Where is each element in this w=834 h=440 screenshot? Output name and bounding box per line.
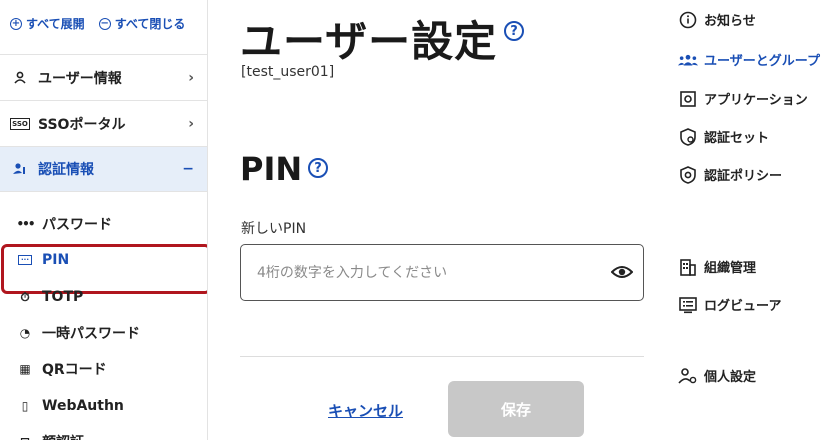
right-nav: お知らせ ユーザーとグループ アプリケーション 認証セット 認証ポリシー 組織管… [668,0,834,440]
sidebar-sub-item-pin[interactable]: ··· PIN [0,242,207,294]
sso-icon: SSO [10,117,30,130]
nav-item-notifications[interactable]: お知らせ [678,10,756,29]
plus-circle-icon: + [10,17,22,30]
pin-box-icon: ··· [16,255,34,265]
nav-item-label: アプリケーション [704,93,808,108]
chevron-right-icon: › [188,69,194,86]
collapse-all-label: すべて閉じる [114,17,186,31]
users-group-icon [678,53,698,67]
nav-item-label: 組織管理 [704,261,757,276]
person-gear-icon [678,367,698,385]
nav-item-personal-settings[interactable]: 個人設定 [678,366,756,385]
nav-item-label: ユーザーとグループ [704,54,820,69]
save-button[interactable]: 保存 [448,381,584,437]
sidebar-sub-item-qr-code[interactable]: ▦ QRコード [0,351,207,387]
nav-item-auth-policy[interactable]: 認証ポリシー [678,165,782,184]
new-pin-label: 新しいPIN [241,221,307,237]
help-icon[interactable]: ? [504,21,524,41]
sidebar-sub-item-webauthn[interactable]: ▯ WebAuthn [0,388,207,424]
sub-item-label: 一時パスワード [42,326,140,342]
minus-circle-icon: − [98,17,111,30]
nav-item-log-viewer[interactable]: ログビューア [678,295,781,314]
new-pin-input[interactable] [257,261,597,285]
chevron-right-icon: › [188,115,194,132]
log-viewer-icon [678,296,698,314]
sidebar-item-sso-portal[interactable]: SSO SSOポータル › [0,100,207,146]
nav-item-auth-sets[interactable]: 認証セット [678,127,769,146]
section-help-icon[interactable]: ? [308,158,328,178]
new-pin-field [240,244,644,301]
nav-item-label: お知らせ [704,14,756,29]
divider [240,356,644,357]
password-dots-icon: ••• [16,217,35,231]
user-id-label: [test_user01] [241,64,335,80]
minus-icon: − [182,161,194,177]
app-root: + すべて展開 − すべて閉じる ユーザー情報 › SSO SSOポータル › [0,0,834,440]
sidebar-item-auth-info[interactable]: 認証情報 − [0,146,207,192]
nav-item-label: 認証セット [704,131,770,146]
sidebar-item-label: ユーザー情報 [38,70,122,87]
qr-code-icon: ▦ [19,362,31,376]
sidebar-sub-item-totp[interactable]: ⏱ TOTP [0,279,207,315]
expand-collapse-row: + すべて展開 − すべて閉じる [10,15,207,32]
page-title: ユーザー設定 [240,17,498,66]
sub-item-label: パスワード [42,217,112,233]
sub-item-label: TOTP [42,289,84,305]
nav-item-label: 認証ポリシー [704,169,783,184]
shield-lock-icon [678,165,698,184]
sidebar-sub-item-temp-password[interactable]: ◔ 一時パスワード [0,315,207,351]
sub-item-label: 顔認証 [42,432,84,440]
sub-item-label: QRコード [42,362,107,378]
timer-icon: ⏱ [20,289,30,304]
application-icon [678,90,698,107]
nav-item-label: ログビューア [704,299,782,314]
eye-icon[interactable] [611,263,633,281]
person-key-icon [9,162,31,176]
expand-all-label: すべて展開 [26,17,85,31]
sidebar-item-label: 認証情報 [38,162,94,178]
person-icon [9,71,31,85]
sidebar-item-label: SSOポータル [38,116,126,133]
info-icon [678,11,698,29]
building-icon [678,258,698,276]
nav-item-organization[interactable]: 組織管理 [678,257,756,276]
nav-item-label: 個人設定 [704,370,757,385]
security-key-icon: ▯ [21,399,29,413]
face-icon: ⊡ [16,435,34,440]
nav-item-applications[interactable]: アプリケーション [678,89,808,108]
sub-item-label: WebAuthn [42,398,124,414]
sidebar-sub-item-face-auth[interactable]: ⊡ 顔認証 [0,424,207,440]
main-content: ユーザー設定 ? [test_user01] PIN ? 新しいPIN キャンセ… [208,0,658,440]
expand-all-button[interactable]: + すべて展開 [10,15,85,32]
nav-item-users-groups[interactable]: ユーザーとグループ [678,50,820,69]
sidebar-sub-item-password[interactable]: ••• パスワード [0,206,207,242]
cancel-button[interactable]: キャンセル [328,400,403,421]
sub-item-label: PIN [42,252,70,268]
left-sidebar: + すべて展開 − すべて閉じる ユーザー情報 › SSO SSOポータル › [0,0,208,440]
temp-password-icon: ◔ [19,326,31,340]
shield-gear-icon [678,127,698,146]
section-title: PIN [240,150,303,188]
sidebar-item-user-info[interactable]: ユーザー情報 › [0,54,207,100]
collapse-all-button[interactable]: − すべて閉じる [98,15,186,32]
